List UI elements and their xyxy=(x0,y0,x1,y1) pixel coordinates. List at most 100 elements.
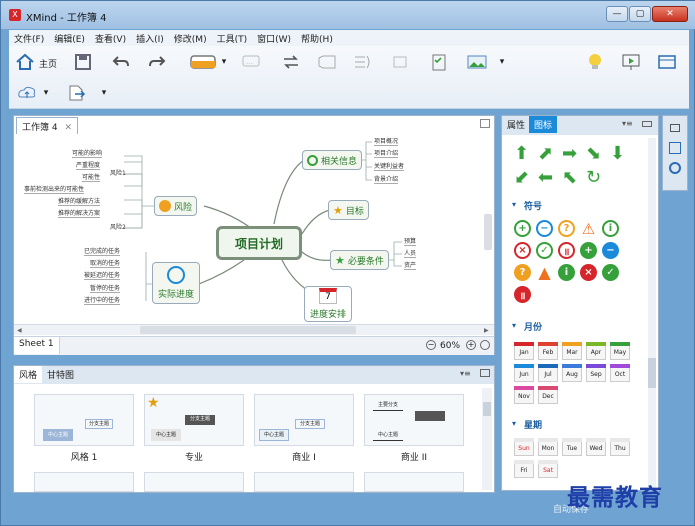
pause-circle-icon[interactable]: ॥ xyxy=(558,242,575,259)
style-thumb-5[interactable] xyxy=(34,472,134,492)
progress-item-1[interactable]: 已完成的任务 xyxy=(84,246,121,256)
sheet-tab[interactable]: Sheet 1 xyxy=(14,337,60,354)
topic-related[interactable]: 相关信息 xyxy=(302,150,363,170)
home-label[interactable]: 主页 xyxy=(39,57,57,70)
arrow-up-left-icon[interactable]: ⬉ xyxy=(562,168,582,188)
style-thumb-6[interactable] xyxy=(144,472,244,492)
risk-item-4[interactable]: 事前检测出来的可能性 xyxy=(24,184,85,194)
risk-item-5[interactable]: 推荐的缓解方法 xyxy=(58,196,101,206)
check-circle-icon[interactable]: ✓ xyxy=(536,242,553,259)
info-circle-icon[interactable]: i xyxy=(602,220,619,237)
progress-item-4[interactable]: 暂停的任务 xyxy=(90,283,121,293)
undo-icon[interactable] xyxy=(109,51,133,73)
progress-item-2[interactable]: 取消的任务 xyxy=(90,258,121,268)
minus-filled-icon[interactable]: − xyxy=(602,242,619,259)
symbols-title[interactable]: 符号 xyxy=(524,199,542,212)
months-title[interactable]: 月份 xyxy=(524,320,542,333)
prereq-item-3[interactable]: 资产 xyxy=(404,260,417,270)
style-thumb-2[interactable]: ★ 中心主题 分支主题 xyxy=(144,394,244,446)
search-icon[interactable] xyxy=(669,162,681,174)
weekday-mon-icon[interactable]: Mon xyxy=(538,438,558,456)
month-sep-icon[interactable]: Sep xyxy=(586,364,606,382)
arrow-down-right-icon[interactable]: ⬊ xyxy=(586,144,606,164)
related-item-4[interactable]: 背景介绍 xyxy=(374,174,399,184)
x-filled-icon[interactable]: × xyxy=(580,264,597,281)
export-icon[interactable] xyxy=(65,82,89,104)
close-button[interactable]: ✕ xyxy=(652,6,688,22)
style-label-1[interactable]: 风格 1 xyxy=(34,450,134,463)
redo-icon[interactable] xyxy=(145,51,169,73)
prereq-item-2[interactable]: 人员 xyxy=(404,248,417,258)
weeks-collapse-icon[interactable]: ▾ xyxy=(512,419,516,428)
month-mar-icon[interactable]: Mar xyxy=(562,342,582,360)
month-feb-icon[interactable]: Feb xyxy=(538,342,558,360)
style-label-3[interactable]: 商业 I xyxy=(254,450,354,463)
menu-help[interactable]: 帮助(H) xyxy=(296,30,338,46)
share-icon[interactable] xyxy=(15,82,39,104)
warning-outline-icon[interactable]: ⚠ xyxy=(580,220,597,238)
scroll-right-icon[interactable]: ▶ xyxy=(484,327,489,334)
panel-layout-icon[interactable] xyxy=(655,51,679,73)
risk-item-6[interactable]: 推荐的解决方案 xyxy=(58,208,101,218)
arrow-up-icon[interactable]: ⬆ xyxy=(514,144,534,164)
risk-group-1[interactable]: 风险1 xyxy=(110,168,126,177)
weekday-sat-icon[interactable]: Sat xyxy=(538,460,558,478)
month-jan-icon[interactable]: Jan xyxy=(514,342,534,360)
month-aug-icon[interactable]: Aug xyxy=(562,364,582,382)
symbols-collapse-icon[interactable]: ▾ xyxy=(512,200,516,209)
risk-item-1[interactable]: 可能的影响 xyxy=(72,148,103,158)
month-jul-icon[interactable]: Jul xyxy=(538,364,558,382)
weekday-fri-icon[interactable]: Fri xyxy=(514,460,534,478)
weekday-tue-icon[interactable]: Tue xyxy=(562,438,582,456)
pause-filled-icon[interactable]: ॥ xyxy=(514,286,531,303)
menu-modify[interactable]: 修改(M) xyxy=(169,30,212,46)
arrow-left-icon[interactable]: ⬅ xyxy=(538,168,558,188)
question-filled-icon[interactable]: ? xyxy=(514,264,531,281)
zoom-in-icon[interactable]: + xyxy=(466,340,476,350)
vertical-scrollbar[interactable] xyxy=(484,214,492,250)
style-panel-scrollbar[interactable] xyxy=(482,388,492,490)
mindmap-canvas[interactable]: 可能的影响 严重程度 可能性 事前检测出来的可能性 推荐的缓解方法 推荐的解决方… xyxy=(14,134,494,324)
save-icon[interactable] xyxy=(71,51,95,73)
comment-icon[interactable]: … xyxy=(239,51,263,73)
export-dropdown-icon[interactable]: ▾ xyxy=(99,82,109,104)
task-icon[interactable] xyxy=(427,51,451,73)
progress-item-5[interactable]: 进行中的任务 xyxy=(84,295,121,305)
month-may-icon[interactable]: May xyxy=(610,342,630,360)
menu-tools[interactable]: 工具(T) xyxy=(212,30,253,46)
callout-icon[interactable] xyxy=(389,51,413,73)
presentation-icon[interactable] xyxy=(619,51,643,73)
month-dec-icon[interactable]: Dec xyxy=(538,386,558,404)
image-icon[interactable] xyxy=(465,51,489,73)
weeks-title[interactable]: 星期 xyxy=(524,418,542,431)
month-nov-icon[interactable]: Nov xyxy=(514,386,534,404)
related-item-3[interactable]: 关键利益者 xyxy=(374,161,405,171)
panel-menu-icon[interactable]: ▾≡ xyxy=(460,369,471,378)
tab-workbook[interactable]: 工作簿 4 ✕ xyxy=(16,117,79,134)
topic-schedule[interactable]: 7 进度安排 xyxy=(304,286,352,322)
idea-bulb-icon[interactable] xyxy=(583,51,607,73)
topic-icon[interactable] xyxy=(187,51,221,73)
weekday-sun-icon[interactable]: Sun xyxy=(514,438,534,456)
style-scroll-thumb[interactable] xyxy=(483,402,491,416)
related-item-1[interactable]: 项目概况 xyxy=(374,136,399,146)
topic-prereq[interactable]: ★ 必要条件 xyxy=(330,250,389,270)
style-thumb-3[interactable]: 中心主题 分支主题 xyxy=(254,394,354,446)
summary-icon[interactable] xyxy=(351,51,375,73)
maximize-editor-icon[interactable] xyxy=(480,119,490,128)
risk-group-2[interactable]: 风险2 xyxy=(110,222,126,231)
zoom-fit-icon[interactable] xyxy=(480,340,490,350)
month-oct-icon[interactable]: Oct xyxy=(610,364,630,382)
weekday-thu-icon[interactable]: Thu xyxy=(610,438,630,456)
zoom-out-icon[interactable]: − xyxy=(426,340,436,350)
horizontal-scrollbar[interactable]: ◀ ▶ xyxy=(14,324,494,335)
progress-item-3[interactable]: 被延迟的任务 xyxy=(84,270,121,280)
check-filled-icon[interactable]: ✓ xyxy=(602,264,619,281)
icons-panel-scrollbar[interactable] xyxy=(648,138,656,488)
topic-risk[interactable]: 风险 xyxy=(154,196,198,216)
horizontal-scroll-thumb[interactable] xyxy=(140,326,356,334)
menu-file[interactable]: 文件(F) xyxy=(9,30,49,46)
style-thumb-8[interactable] xyxy=(364,472,464,492)
style-thumb-1[interactable]: 中心主题 分支主题 xyxy=(34,394,134,446)
weekday-wed-icon[interactable]: Wed xyxy=(586,438,606,456)
